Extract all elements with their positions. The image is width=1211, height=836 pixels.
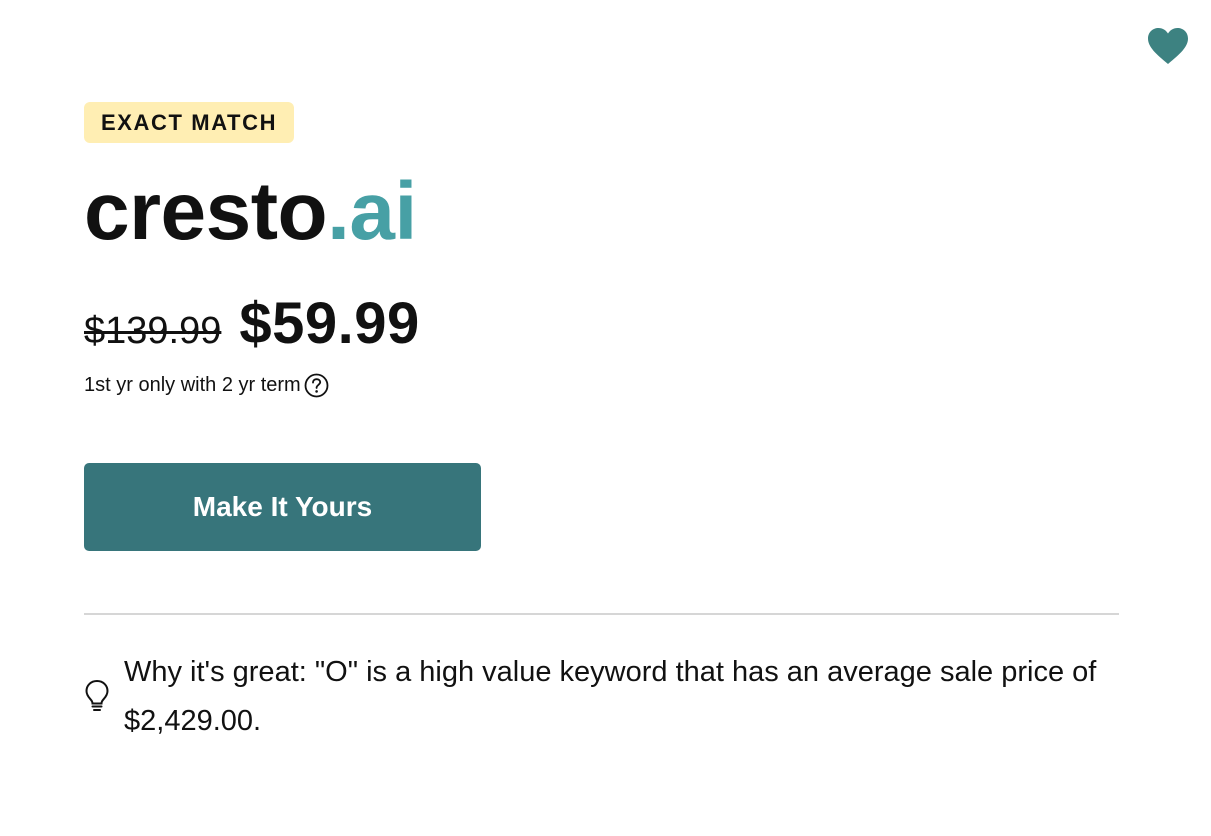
term-note: 1st yr only with 2 yr term — [84, 371, 330, 399]
favorite-button[interactable] — [1144, 24, 1192, 68]
price-row: $139.99 $59.99 — [84, 290, 420, 360]
exact-match-badge: EXACT MATCH — [84, 102, 295, 143]
divider — [84, 613, 1119, 615]
lightbulb-icon — [84, 676, 120, 716]
domain-tld: .ai — [327, 166, 417, 257]
domain-name: cresto — [84, 166, 328, 257]
original-price: $139.99 — [84, 310, 222, 352]
sale-price: $59.99 — [239, 291, 420, 356]
tip-text: Why it's great: "O" is a high value keyw… — [124, 656, 1097, 737]
heart-icon — [1148, 28, 1188, 64]
domain-title: cresto.ai — [84, 162, 417, 262]
term-help-button[interactable] — [304, 372, 330, 398]
domain-result-card: EXACT MATCH cresto.ai $139.99 $59.99 1st… — [0, 0, 1211, 836]
question-circle-icon — [304, 373, 329, 397]
why-its-great-tip: Why it's great: "O" is a high value keyw… — [84, 648, 1124, 746]
make-it-yours-button[interactable]: Make It Yours — [84, 463, 481, 551]
term-note-text: 1st yr only with 2 yr term — [84, 373, 301, 396]
